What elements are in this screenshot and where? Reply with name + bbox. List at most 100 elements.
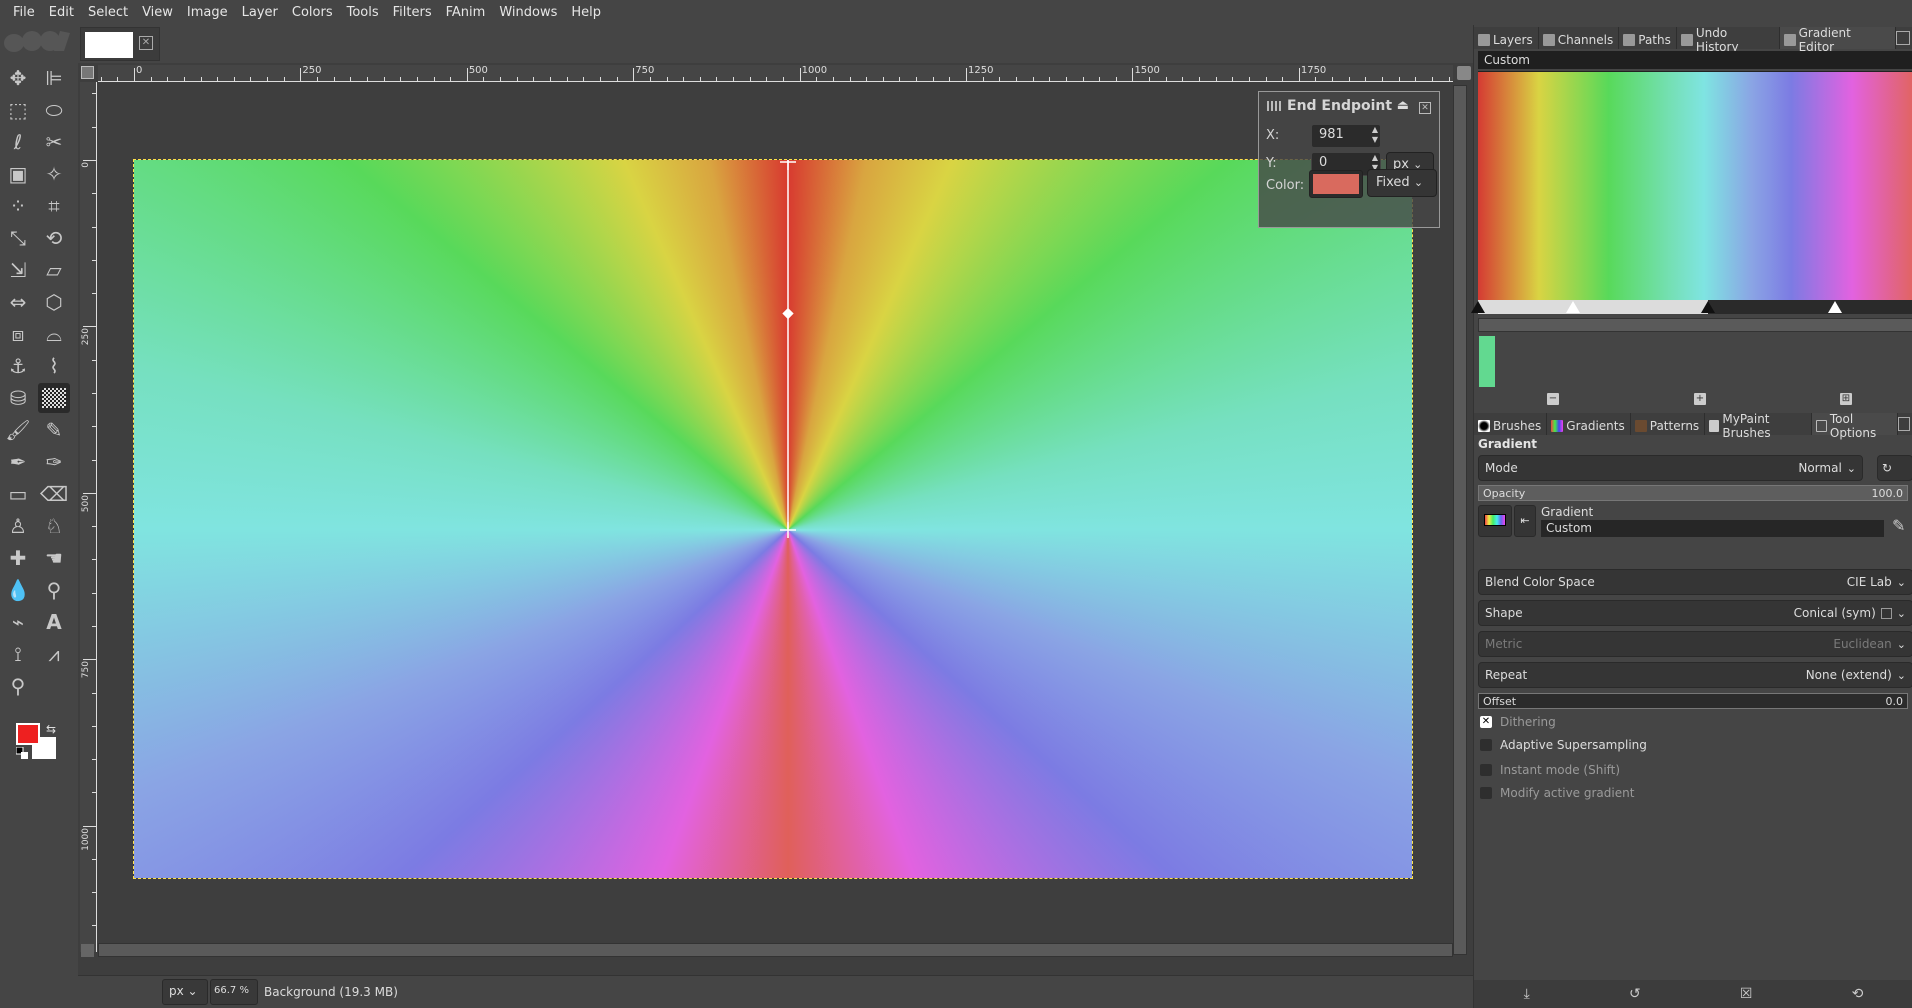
gradient-tool-icon[interactable]	[38, 383, 70, 413]
tab-channels[interactable]: Channels	[1539, 27, 1620, 49]
menu-image[interactable]: Image	[180, 5, 235, 20]
delete-options-icon[interactable]: ☒	[1740, 986, 1753, 1002]
close-icon[interactable]: ✕	[1419, 102, 1431, 114]
unit-select[interactable]: px ⌄	[162, 979, 208, 1005]
stop-handle[interactable]	[1471, 301, 1485, 313]
menu-layer[interactable]: Layer	[235, 5, 285, 20]
repeat-select[interactable]: Repeat None (extend) ⌄	[1478, 662, 1912, 688]
foreground-select-tool-icon[interactable]: ▣	[2, 159, 34, 189]
reverse-gradient-icon[interactable]: ⇤	[1514, 505, 1536, 537]
menu-select[interactable]: Select	[81, 5, 135, 20]
color-mode-select[interactable]: Fixed ⌄	[1367, 169, 1437, 197]
ink-tool-icon[interactable]: ✑	[38, 447, 70, 477]
close-box-icon[interactable]: ✕	[139, 36, 153, 50]
foreground-color-swatch[interactable]	[16, 723, 40, 745]
mode-select[interactable]: Mode Normal ⌄	[1478, 455, 1863, 481]
instant-mode-checkbox[interactable]: Instant mode (Shift)	[1480, 763, 1620, 777]
menu-help[interactable]: Help	[564, 5, 608, 20]
select-by-color-tool-icon[interactable]: ⁘	[2, 191, 34, 221]
quick-mask-toggle[interactable]	[81, 66, 94, 79]
menu-file[interactable]: File	[6, 5, 42, 20]
gradient-zoom-scrollbar[interactable]	[1478, 318, 1912, 332]
paintbrush-tool-icon[interactable]: 🖌	[2, 415, 34, 445]
horizontal-ruler[interactable]: 0 250 500 750 1000 1250 1500 1750	[98, 65, 1453, 82]
3d-transform-tool-icon[interactable]: ⧈	[2, 319, 34, 349]
perspective-tool-icon[interactable]: ⬡	[38, 287, 70, 317]
image-canvas[interactable]	[133, 159, 1413, 879]
tab-mypaint-brushes[interactable]: MyPaint Brushes	[1705, 412, 1813, 440]
tab-patterns[interactable]: Patterns	[1631, 413, 1706, 435]
tab-gradient-editor[interactable]: Gradient Editor	[1779, 26, 1897, 54]
menu-filters[interactable]: Filters	[386, 5, 439, 20]
modify-active-gradient-checkbox[interactable]: Modify active gradient	[1480, 786, 1634, 800]
color-picker-tool-icon[interactable]: ⟟	[2, 639, 34, 669]
navigate-icon[interactable]	[81, 944, 94, 957]
menu-windows[interactable]: Windows	[492, 5, 564, 20]
dithering-checkbox[interactable]: ✕ Dithering	[1480, 715, 1556, 729]
image-tab[interactable]: ✕	[80, 27, 160, 61]
zoom-image-icon[interactable]	[1457, 66, 1471, 80]
bucket-fill-tool-icon[interactable]: ⛁	[2, 383, 34, 413]
menu-fanim[interactable]: FAnim	[439, 5, 493, 20]
gradient-name-field[interactable]: Custom	[1478, 51, 1912, 69]
pencil-tool-icon[interactable]: ✎	[38, 415, 70, 445]
vertical-ruler[interactable]: 0 250 500 750 1000	[80, 82, 97, 952]
menu-view[interactable]: View	[135, 5, 180, 20]
rect-select-tool-icon[interactable]: ⬚	[2, 95, 34, 125]
tab-menu-icon[interactable]	[1897, 417, 1910, 431]
dodge-tool-icon[interactable]: ⚲	[38, 575, 70, 605]
ellipse-select-tool-icon[interactable]: ⬭	[38, 95, 70, 125]
blend-color-space-select[interactable]: Blend Color Space CIE Lab ⌄	[1478, 569, 1912, 595]
blur-tool-icon[interactable]: 💧	[2, 575, 34, 605]
tab-paths[interactable]: Paths	[1619, 27, 1677, 49]
fuzzy-select-tool-icon[interactable]: ✧	[38, 159, 70, 189]
move-tool-icon[interactable]: ✥	[2, 63, 34, 93]
opacity-slider[interactable]: Opacity 100.0	[1478, 485, 1908, 501]
text-tool-icon[interactable]: A	[38, 607, 70, 637]
shear-tool-icon[interactable]: ▱	[38, 255, 70, 285]
warp-transform-tool-icon[interactable]: ⌇	[38, 351, 70, 381]
restore-options-icon[interactable]: ↺	[1629, 986, 1641, 1002]
align-tool-icon[interactable]: ⊫	[38, 63, 70, 93]
warp-tool-icon[interactable]: ⇲	[2, 255, 34, 285]
heal-stamp-tool-icon[interactable]: ♘	[38, 511, 70, 541]
eraser-tool-icon[interactable]: ⌫	[38, 479, 70, 509]
smudge-tool-icon[interactable]: ☚	[38, 543, 70, 573]
x-input[interactable]: 981 ▲ ▼	[1311, 124, 1381, 148]
rotate-tool-icon[interactable]: ⟲	[38, 223, 70, 253]
cage-tool-icon[interactable]: ⌓	[38, 319, 70, 349]
paths-tool-icon[interactable]: ⌁	[2, 607, 34, 637]
free-select-tool-icon[interactable]: ℓ	[2, 127, 34, 157]
shape-select[interactable]: Shape Conical (sym) ⌄	[1478, 600, 1912, 626]
airbrush-tool-icon[interactable]: ✒	[2, 447, 34, 477]
tab-brushes[interactable]: Brushes	[1474, 413, 1548, 435]
tab-menu-icon[interactable]	[1896, 31, 1910, 45]
endpoint-color-button[interactable]	[1309, 170, 1363, 198]
midpoint-handle[interactable]	[1828, 301, 1842, 313]
horizontal-scrollbar[interactable]	[98, 943, 1453, 957]
vertical-scrollbar[interactable]	[1453, 85, 1467, 955]
swap-colors-icon[interactable]: ⇆	[46, 722, 56, 736]
crop-tool-icon[interactable]: ⌗	[38, 191, 70, 221]
gradient-name-input[interactable]: Custom	[1541, 520, 1884, 537]
composite-mode-select[interactable]: ↻	[1877, 455, 1912, 481]
gradient-preview-button[interactable]	[1478, 505, 1512, 537]
offset-slider[interactable]: Offset 0.0	[1478, 693, 1908, 709]
save-options-icon[interactable]: ⤓	[1524, 986, 1530, 1002]
reset-options-icon[interactable]: ⟲	[1852, 986, 1864, 1002]
clone-tool-icon[interactable]: ♙	[2, 511, 34, 541]
scissors-select-tool-icon[interactable]: ✂	[38, 127, 70, 157]
menu-edit[interactable]: Edit	[42, 5, 81, 20]
zoom-out-icon[interactable]: −	[1547, 393, 1559, 405]
gradient-stops-bar[interactable]	[1471, 300, 1912, 314]
zoom-tool-icon[interactable]: ⚲	[2, 671, 34, 701]
menu-tools[interactable]: Tools	[340, 5, 386, 20]
menu-colors[interactable]: Colors	[285, 5, 340, 20]
measure-tool-icon[interactable]: ⩘	[38, 639, 70, 669]
mypaint-tool-icon[interactable]: ▭	[2, 479, 34, 509]
flip-tool-icon[interactable]: ⇔	[2, 287, 34, 317]
adaptive-supersampling-checkbox[interactable]: Adaptive Supersampling	[1480, 738, 1647, 752]
stop-handle[interactable]	[1701, 301, 1715, 313]
zoom-select[interactable]: 66.7 %	[210, 979, 258, 1005]
default-colors-icon[interactable]	[15, 746, 28, 759]
